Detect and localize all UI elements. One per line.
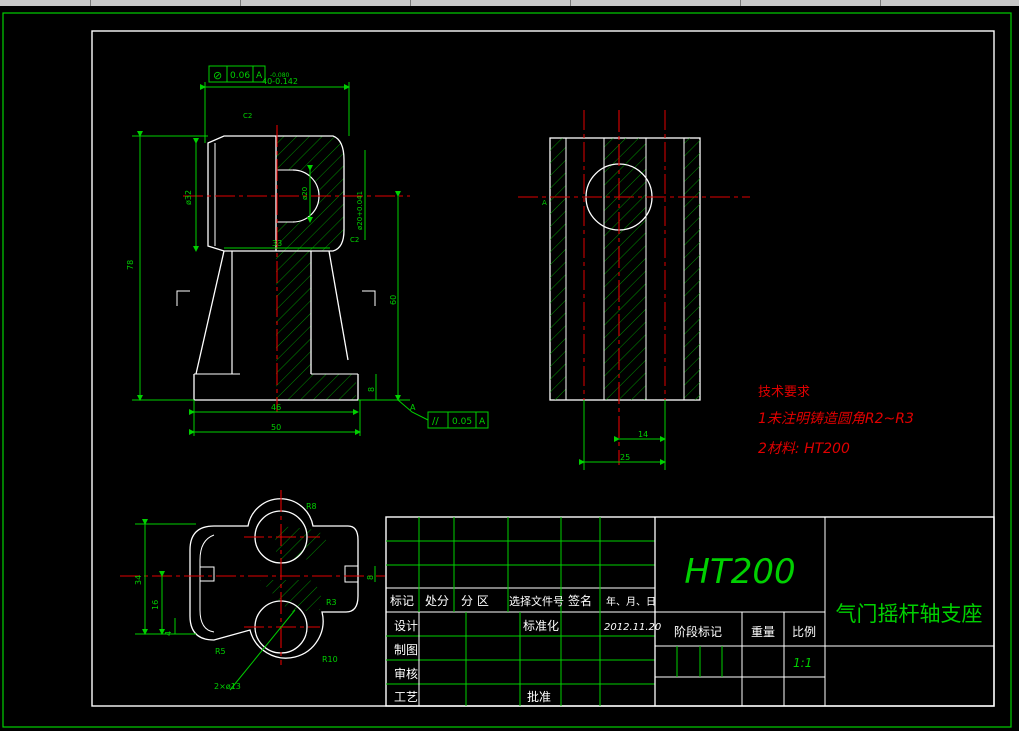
ratio-value: 1:1 [793, 656, 812, 670]
part-name: 气门摇杆轴支座 [836, 602, 983, 626]
dim-50: 50 [271, 423, 281, 432]
datum-a-label: A [410, 403, 416, 412]
dim-r10: R10 [322, 655, 338, 664]
dim-34: 34 [134, 575, 143, 585]
notes-line-1: 1未注明铸造圆角R2~R3 [758, 411, 914, 427]
row-process: 工艺 [394, 690, 418, 704]
engineering-drawing: ⊘ 0.06 A // 0.05 A 40-0.142 -0.080 78 ø3… [2, 12, 1012, 728]
dim-r5: R5 [215, 647, 226, 656]
dim-40-tol: -0.080 [270, 72, 290, 79]
dim-d20: ø20 [301, 187, 309, 200]
row-standard: 标准化 [523, 619, 559, 633]
dim-c2-bottom: C2 [350, 236, 359, 244]
header-count: 处分 [425, 594, 449, 608]
side-view: 14 25 A [518, 110, 750, 470]
dim-78: 78 [126, 260, 135, 270]
notes-line-2: 2材料: HT200 [758, 441, 850, 457]
dim-8-top: 8 [366, 575, 375, 580]
dim-8: 8 [367, 387, 376, 392]
tolerance-symbol: ⊘ [213, 69, 222, 82]
header-date: 年、月、日 [606, 595, 656, 608]
row-draw: 制图 [394, 643, 418, 657]
dim-33: 33 [272, 239, 282, 248]
dim-46: 46 [271, 403, 281, 412]
header-zone: 分 区 [461, 594, 489, 608]
tolerance-value-2: 0.05 [452, 417, 472, 427]
row-approve: 批准 [527, 689, 551, 704]
tolerance-symbol-2: // [432, 416, 439, 427]
dim-4: 4 [164, 631, 173, 636]
notes-title: 技术要求 [758, 385, 810, 400]
dim-d20-hole: ø20+0.041 [356, 191, 364, 230]
dim-r3: R3 [326, 598, 337, 607]
header-mark: 标记 [390, 594, 414, 608]
side-datum-a: A [542, 199, 547, 207]
row-design: 设计 [394, 619, 418, 633]
ratio-label: 比例 [792, 625, 816, 639]
dim-r8: R8 [306, 502, 317, 511]
dim-c2-top: C2 [243, 112, 252, 120]
stage-label: 阶段标记 [674, 624, 722, 639]
front-section-view: ⊘ 0.06 A // 0.05 A 40-0.142 -0.080 78 ø3… [126, 65, 489, 436]
weight-label: 重量 [751, 625, 775, 639]
row-date-value: 2012.11.20 [604, 622, 661, 633]
dim-2xd13: 2×ø13 [214, 682, 241, 691]
header-doc: 选择文件号 [509, 594, 564, 608]
row-check: 审核 [394, 666, 418, 681]
dim-16: 16 [151, 600, 160, 610]
header-sign: 签名 [568, 593, 592, 608]
top-view: 34 16 4 8 R8 R3 R5 R10 2×ø13 [120, 490, 385, 691]
title-block: HT200 气门摇杆轴支座 标记 处分 分 区 选择文件号 签名 年、月、日 设… [385, 516, 995, 707]
dim-14: 14 [638, 430, 648, 439]
tolerance-datum-2: A [479, 417, 486, 427]
tolerance-value: 0.06 [230, 71, 250, 81]
dim-d32: ø32 [184, 190, 193, 205]
material-label: HT200 [684, 552, 795, 592]
technical-notes: 技术要求 1未注明铸造圆角R2~R3 2材料: HT200 [758, 385, 914, 457]
dim-60: 60 [389, 295, 398, 305]
dim-25: 25 [620, 453, 630, 462]
